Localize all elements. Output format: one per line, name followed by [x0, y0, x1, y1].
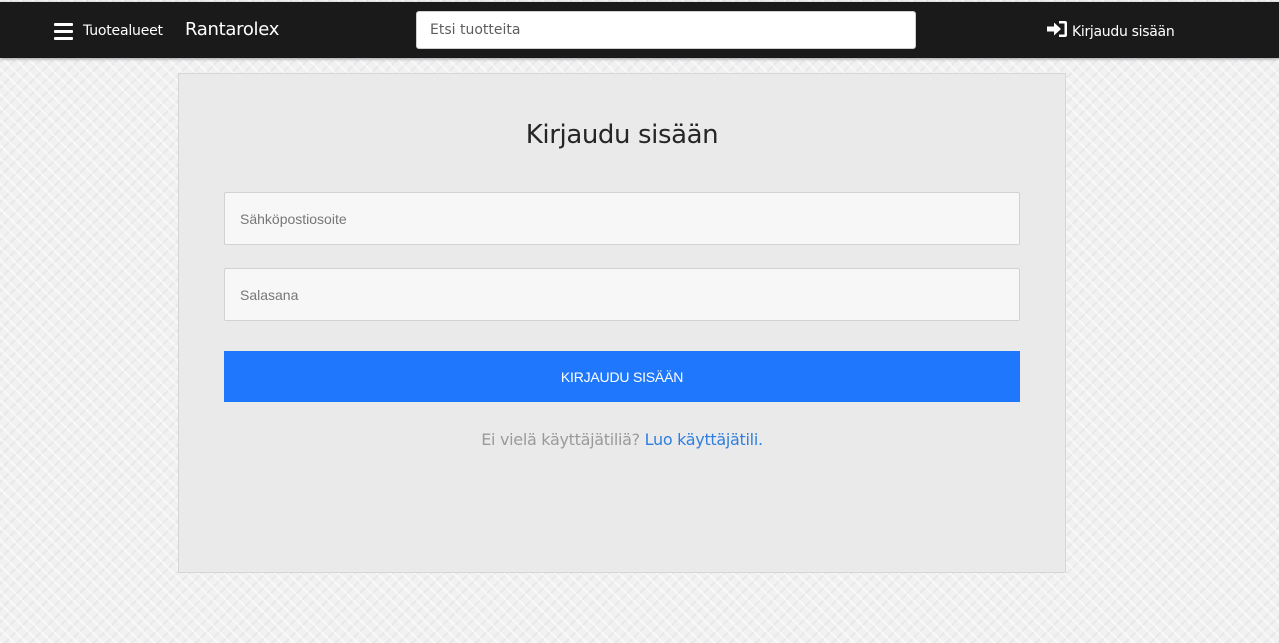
signup-prompt: Ei vielä käyttäjätiliä?: [481, 430, 640, 449]
header-login-link[interactable]: Kirjaudu sisään: [1046, 20, 1175, 43]
header-login-label: Kirjaudu sisään: [1072, 23, 1175, 40]
email-field[interactable]: [224, 192, 1020, 245]
search-input[interactable]: [416, 11, 916, 49]
sign-in-icon: [1046, 20, 1068, 43]
login-submit-button[interactable]: KIRJAUDU SISÄÄN: [224, 351, 1020, 402]
login-card: Kirjaudu sisään KIRJAUDU SISÄÄN Ei vielä…: [178, 73, 1066, 573]
login-title: Kirjaudu sisään: [525, 120, 719, 150]
categories-menu-button[interactable]: Tuotealueet: [54, 19, 163, 43]
create-account-link[interactable]: Luo käyttäjätili.: [645, 430, 763, 449]
signup-row: Ei vielä käyttäjätiliä? Luo käyttäjätili…: [179, 430, 1065, 449]
categories-menu-label: Tuotealueet: [83, 23, 163, 39]
brand-logo[interactable]: Rantarolex: [185, 19, 279, 40]
password-field[interactable]: [224, 268, 1020, 321]
top-navbar: Tuotealueet Rantarolex Kirjaudu sisään: [0, 2, 1279, 58]
hamburger-icon: [54, 22, 73, 40]
